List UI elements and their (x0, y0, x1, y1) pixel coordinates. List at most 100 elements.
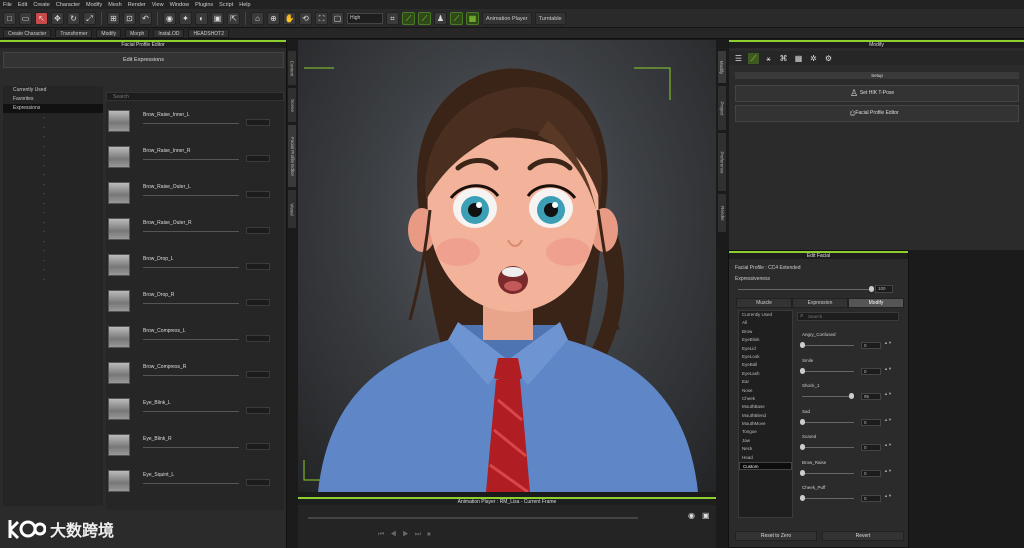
facial-slider-value[interactable]: 0 (861, 469, 881, 477)
spinner-arrows-icon[interactable]: ▲▼ (884, 443, 892, 452)
checker-icon[interactable]: ▦ (793, 53, 804, 64)
camera-icon[interactable]: ◉ (688, 511, 695, 520)
facial-slider-value[interactable]: 0 (861, 418, 881, 426)
headshot-button[interactable]: HEADSHOT2 (188, 28, 230, 38)
morph-button[interactable]: Morph (125, 28, 150, 38)
facial-slider-knob[interactable] (800, 342, 805, 348)
expression-value-field[interactable] (246, 119, 270, 126)
tab-muscle[interactable]: Muscle (736, 298, 792, 308)
facial-slider-value[interactable]: 0 (861, 444, 881, 451)
pan-icon[interactable]: ✋ (283, 11, 296, 25)
expressiveness-slider-knob[interactable] (869, 286, 874, 292)
list-item[interactable]: MouthBlend (739, 412, 792, 420)
list-item[interactable]: Brow_Drop_R (106, 284, 276, 320)
wireframe-icon[interactable]: ⌗ (386, 11, 399, 25)
list-item[interactable]: MouthBase (739, 403, 792, 411)
playback-controls[interactable]: ⏮◀▶⏭⏹ (378, 531, 437, 539)
bone-icon[interactable]: ⟋ (402, 11, 415, 25)
tab-modify[interactable]: Modify (717, 50, 727, 84)
list-item[interactable]: Custom (739, 462, 792, 471)
expression-slider[interactable] (143, 375, 239, 376)
tab-preference[interactable]: Preference (717, 132, 727, 192)
expression-slider[interactable] (143, 231, 239, 232)
turntable-button[interactable]: Turntable (534, 11, 566, 25)
list-item[interactable]: EyeBlink (739, 336, 792, 344)
menu-script[interactable]: Script (219, 2, 233, 8)
transformer-button[interactable]: Transformer (55, 28, 93, 38)
spinner-arrows-icon[interactable]: ▲▼ (884, 468, 892, 478)
facial-slider-row[interactable]: Shock_1 95 ▲▼ (796, 383, 904, 408)
animation-player-button[interactable]: Animation Player (482, 11, 532, 25)
facial-slider-track[interactable] (802, 472, 854, 474)
menu-character[interactable]: Character (56, 2, 80, 8)
list-item[interactable]: Brow_Compress_L (106, 320, 276, 356)
expression-search-input[interactable]: Search (106, 92, 284, 101)
facial-slider-track[interactable] (802, 396, 854, 397)
list-item[interactable]: Nose (739, 387, 792, 395)
menu-help[interactable]: Help (239, 2, 250, 8)
list-item[interactable]: Jaw (739, 437, 792, 445)
list-item[interactable]: EyeLid (739, 345, 792, 353)
facial-slider-row[interactable]: Sad 0 ▲▼ (796, 409, 904, 434)
tab-visual[interactable]: Visual (287, 189, 297, 229)
render-icon[interactable]: ▣ (211, 11, 224, 25)
sliders-icon[interactable]: ☰ (733, 53, 744, 64)
facial-slider-knob[interactable] (800, 444, 805, 450)
facial-slider-track[interactable] (802, 370, 854, 372)
menu-window[interactable]: Window (170, 2, 190, 8)
expression-value-field[interactable] (246, 155, 270, 162)
list-item[interactable]: Ear (739, 378, 792, 386)
expression-value-field[interactable] (246, 191, 270, 198)
list-item[interactable]: Brow_Drop_L (106, 248, 276, 284)
facial-slider-value[interactable]: 95 (861, 393, 881, 400)
undo-icon[interactable]: ↶ (139, 11, 152, 25)
zoom-icon[interactable]: ⊕ (267, 11, 280, 25)
menu-create[interactable]: Create (33, 2, 50, 8)
spinner-arrows-icon[interactable]: ▲▼ (884, 494, 892, 503)
orbit-icon[interactable]: ⟲ (299, 11, 312, 25)
facial-slider-knob[interactable] (800, 469, 805, 476)
quality-select[interactable]: High (347, 12, 383, 24)
menu-render[interactable]: Render (128, 2, 146, 8)
facial-slider-knob[interactable] (800, 367, 805, 374)
category-currently-used[interactable]: Currently Used (3, 86, 103, 95)
expression-value-field[interactable] (246, 407, 270, 414)
setup-section-header[interactable]: Setup (735, 72, 1019, 79)
facial-slider-value[interactable]: 0 (861, 342, 881, 349)
tab-render[interactable]: Render (717, 193, 727, 233)
expression-value-field[interactable] (246, 371, 270, 378)
list-item[interactable]: Brow_Raise_Outer_R (106, 212, 276, 248)
new-file-icon[interactable]: □ (3, 11, 16, 25)
expression-slider[interactable] (143, 303, 239, 304)
expression-value-field[interactable] (246, 299, 270, 306)
list-item[interactable]: All (739, 319, 792, 327)
settings-icon[interactable]: ▣ (702, 511, 710, 520)
gear-icon[interactable]: ⚙ (823, 53, 834, 64)
tab-content[interactable]: Content (287, 50, 297, 86)
menu-file[interactable]: File (3, 2, 12, 8)
list-item[interactable]: Neck (739, 445, 792, 453)
list-item[interactable]: EyeLook (739, 353, 792, 361)
list-item[interactable]: Brow_Compress_R (106, 356, 276, 392)
facial-slider-track[interactable] (802, 421, 854, 423)
material-icon[interactable]: ◐ (195, 11, 208, 25)
camera-icon[interactable]: ◉ (163, 11, 176, 25)
pose-icon[interactable]: ⟋ (418, 11, 431, 25)
spinner-arrows-icon[interactable]: ▲▼ (884, 417, 892, 427)
facial-slider-value[interactable]: 0 (861, 367, 881, 375)
open-folder-icon[interactable]: ▭ (19, 11, 32, 25)
expression-slider[interactable] (143, 483, 239, 484)
expressiveness-value[interactable]: 100 (875, 285, 893, 293)
tab-facial-profile-editor[interactable]: Facial Profile Editor (287, 124, 297, 188)
export-icon[interactable]: ⇱ (227, 11, 240, 25)
timeline-scrubber[interactable] (308, 517, 638, 519)
expression-value-field[interactable] (246, 227, 270, 234)
menu-plugins[interactable]: Plugins (195, 2, 213, 8)
frame-icon[interactable]: ▢ (331, 11, 344, 25)
select-tool-icon[interactable]: ↖ (35, 11, 48, 25)
expression-slider[interactable] (143, 195, 239, 196)
spinner-arrows-icon[interactable]: ▲▼ (884, 366, 892, 376)
bone-icon[interactable]: ⚹ (763, 53, 774, 64)
move-tool-icon[interactable]: ✥ (51, 11, 64, 25)
list-item[interactable]: Cheek (739, 395, 792, 403)
